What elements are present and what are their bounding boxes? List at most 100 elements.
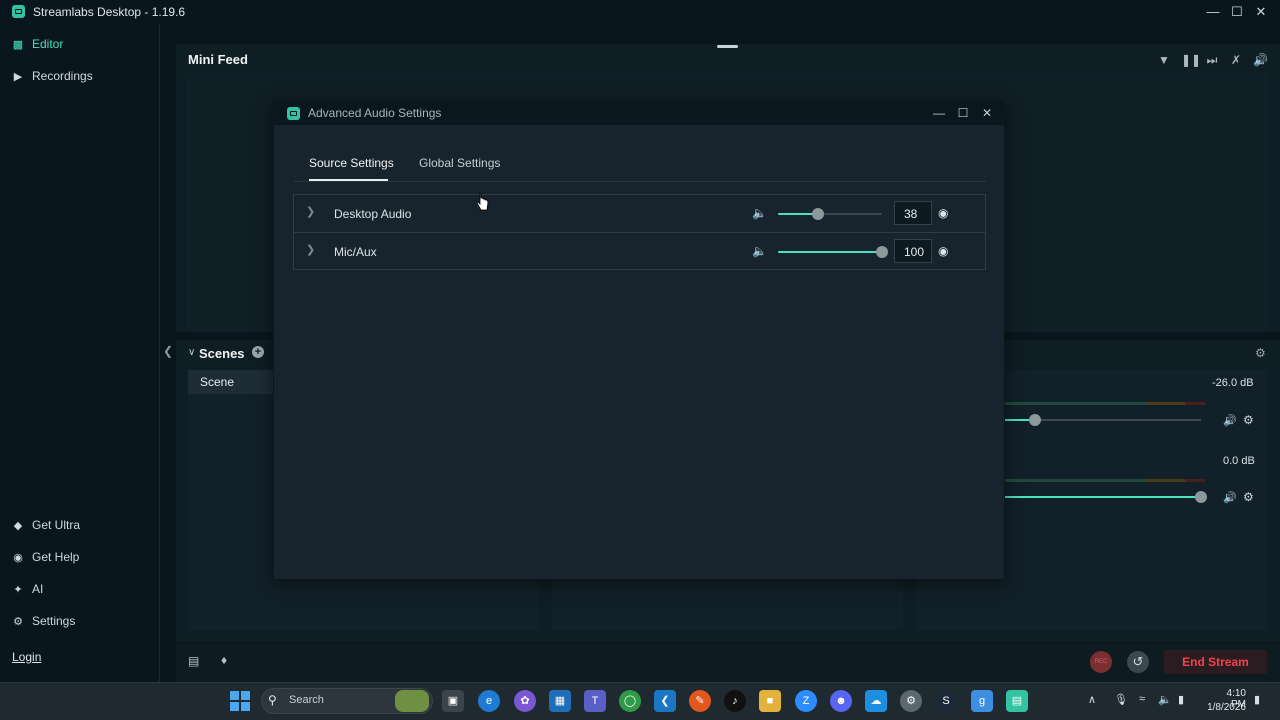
- speaker-icon[interactable]: 🔈: [752, 244, 767, 258]
- bluesky-icon[interactable]: ☁: [865, 690, 887, 712]
- zoom-icon[interactable]: Z: [795, 690, 817, 712]
- audio-source-row[interactable]: ❯ Mic/Aux 🔈 100 ◉: [294, 232, 985, 269]
- mixer-volume-thumb[interactable]: [1029, 414, 1041, 426]
- teams-icon[interactable]: T: [584, 690, 606, 712]
- mute-alerts-icon[interactable]: ✗: [1229, 53, 1243, 67]
- grammarly-icon[interactable]: g: [971, 690, 993, 712]
- tab-source-settings[interactable]: Source Settings: [309, 156, 394, 170]
- sidebar-item-settings[interactable]: ⚙ Settings: [12, 612, 75, 630]
- chevron-right-icon[interactable]: ❯: [306, 243, 315, 256]
- mixer-volume-thumb[interactable]: [1195, 491, 1207, 503]
- streamlabs-icon[interactable]: ▤: [1006, 690, 1028, 712]
- sidebar-item-get-help[interactable]: ◉ Get Help: [12, 548, 79, 566]
- mixer-volume-slider[interactable]: [1005, 491, 1207, 503]
- notifications-icon[interactable]: ▮: [1254, 693, 1260, 706]
- tab-global-settings[interactable]: Global Settings: [419, 156, 500, 170]
- volume-thumb[interactable]: [876, 246, 888, 258]
- volume-slider[interactable]: [778, 208, 882, 220]
- chevron-right-icon[interactable]: ❯: [306, 205, 315, 218]
- windows-start-icon[interactable]: [230, 691, 250, 711]
- settings-app-icon[interactable]: ⚙: [900, 690, 922, 712]
- sidebar-item-label: Editor: [32, 37, 64, 51]
- mini-feed-title: Mini Feed: [188, 52, 248, 67]
- dialog-minimize-icon[interactable]: —: [929, 104, 949, 122]
- skip-icon[interactable]: ⏭: [1205, 53, 1219, 67]
- stats-icon[interactable]: ▤: [188, 654, 199, 668]
- source-name: Mic/Aux: [334, 245, 377, 259]
- sidebar-item-editor[interactable]: ▩ Editor: [12, 35, 64, 53]
- active-tab-indicator: [309, 179, 388, 181]
- mixer-settings-icon[interactable]: ⚙: [1243, 413, 1254, 427]
- dialog-maximize-icon[interactable]: ☐: [953, 104, 973, 122]
- login-link[interactable]: Login: [12, 650, 41, 664]
- file-explorer-icon[interactable]: ■: [759, 690, 781, 712]
- bell-icon[interactable]: ♦: [221, 653, 227, 667]
- volume-slider[interactable]: [778, 246, 888, 258]
- drag-handle[interactable]: [717, 45, 738, 48]
- sidebar-item-label: Get Help: [32, 550, 80, 564]
- sidebar-item-label: Recordings: [32, 69, 93, 83]
- advanced-audio-settings-dialog: Advanced Audio Settings — ☐ ✕ Source Set…: [273, 101, 1005, 580]
- volume-icon[interactable]: 🔊: [1253, 53, 1268, 67]
- copilot-icon[interactable]: ✿: [514, 690, 536, 712]
- mixer-mute-icon[interactable]: 🔊: [1223, 414, 1237, 427]
- speaker-icon[interactable]: 🔈: [752, 206, 767, 220]
- eye-icon[interactable]: ◉: [938, 206, 948, 220]
- microphone-icon[interactable]: 🎙: [1114, 693, 1128, 706]
- volume-input[interactable]: 38: [894, 201, 932, 225]
- tiktok-icon[interactable]: ♪: [724, 690, 746, 712]
- audio-source-row[interactable]: ❯ Desktop Audio 🔈 38 ◉: [294, 195, 985, 232]
- mixer-mute-icon[interactable]: 🔊: [1223, 491, 1237, 504]
- wifi-icon[interactable]: ≈: [1139, 693, 1145, 705]
- store-icon[interactable]: ▦: [549, 690, 571, 712]
- add-scene-icon[interactable]: +: [252, 346, 264, 358]
- maximize-icon[interactable]: ☐: [1228, 3, 1246, 21]
- collapse-sidebar-icon[interactable]: ❮: [163, 344, 173, 358]
- app-logo-icon: [287, 107, 300, 120]
- bottom-bar: [176, 644, 1280, 682]
- mixer-meter: [1005, 402, 1205, 405]
- record-button[interactable]: REC: [1090, 651, 1112, 673]
- speaker-tray-icon[interactable]: 🔈: [1158, 693, 1172, 706]
- pause-icon[interactable]: ❚❚: [1181, 53, 1201, 67]
- discord-icon[interactable]: ☻: [830, 690, 852, 712]
- task-view-icon[interactable]: ▣: [442, 690, 464, 712]
- sidebar-item-get-ultra[interactable]: ◆ Get Ultra: [12, 516, 80, 534]
- mixer-level-db: 0.0 dB: [1223, 455, 1255, 467]
- dialog-close-icon[interactable]: ✕: [977, 104, 997, 122]
- mixer-level-db: -26.0 dB: [1212, 377, 1254, 389]
- minimize-icon[interactable]: —: [1204, 3, 1222, 21]
- volume-input[interactable]: 100: [894, 239, 932, 263]
- steam-icon[interactable]: S: [935, 690, 957, 712]
- chrome-icon[interactable]: ◯: [619, 690, 641, 712]
- end-stream-button[interactable]: End Stream: [1164, 650, 1267, 674]
- gear-icon: ⚙: [13, 615, 23, 628]
- play-circle-icon: ▶: [13, 70, 23, 83]
- mixer-gear-icon[interactable]: ⚙: [1255, 346, 1266, 360]
- sidebar-item-ai[interactable]: ✦ AI: [12, 580, 43, 598]
- chevron-down-icon[interactable]: ∨: [188, 347, 195, 358]
- battery-icon[interactable]: ▮: [1178, 693, 1184, 706]
- eye-icon[interactable]: ◉: [938, 244, 948, 258]
- search-placeholder: Search: [289, 694, 324, 706]
- edge-icon[interactable]: e: [478, 690, 500, 712]
- clock-date[interactable]: 1/8/2026: [1206, 702, 1246, 713]
- scene-item[interactable]: Scene: [188, 370, 274, 394]
- mixer-volume-slider[interactable]: [1005, 414, 1201, 426]
- mixer-settings-icon[interactable]: ⚙: [1243, 490, 1254, 504]
- audio-sources-list: ❯ Desktop Audio 🔈 38 ◉ ❯ Mic/Aux 🔈 100 ◉: [293, 194, 986, 270]
- sidebar-item-recordings[interactable]: ▶ Recordings: [12, 67, 93, 85]
- dialog-title: Advanced Audio Settings: [308, 106, 442, 120]
- vscode-icon[interactable]: ❮: [654, 690, 676, 712]
- volume-thumb[interactable]: [811, 208, 824, 220]
- hand-cursor-icon: [477, 193, 489, 211]
- pen-app-icon[interactable]: ✎: [689, 690, 711, 712]
- sidebar-item-label: AI: [32, 582, 44, 596]
- title-bar: Streamlabs Desktop - 1.19.6 — ☐ ✕: [0, 0, 1280, 24]
- dialog-title-bar: Advanced Audio Settings — ☐ ✕: [274, 102, 1004, 125]
- close-icon[interactable]: ✕: [1252, 3, 1270, 21]
- filter-icon[interactable]: ▼: [1157, 53, 1171, 67]
- search-icon: ⚲: [268, 693, 277, 707]
- chevron-up-icon[interactable]: ∧: [1088, 693, 1096, 706]
- replay-buffer-icon[interactable]: ↺: [1127, 651, 1149, 673]
